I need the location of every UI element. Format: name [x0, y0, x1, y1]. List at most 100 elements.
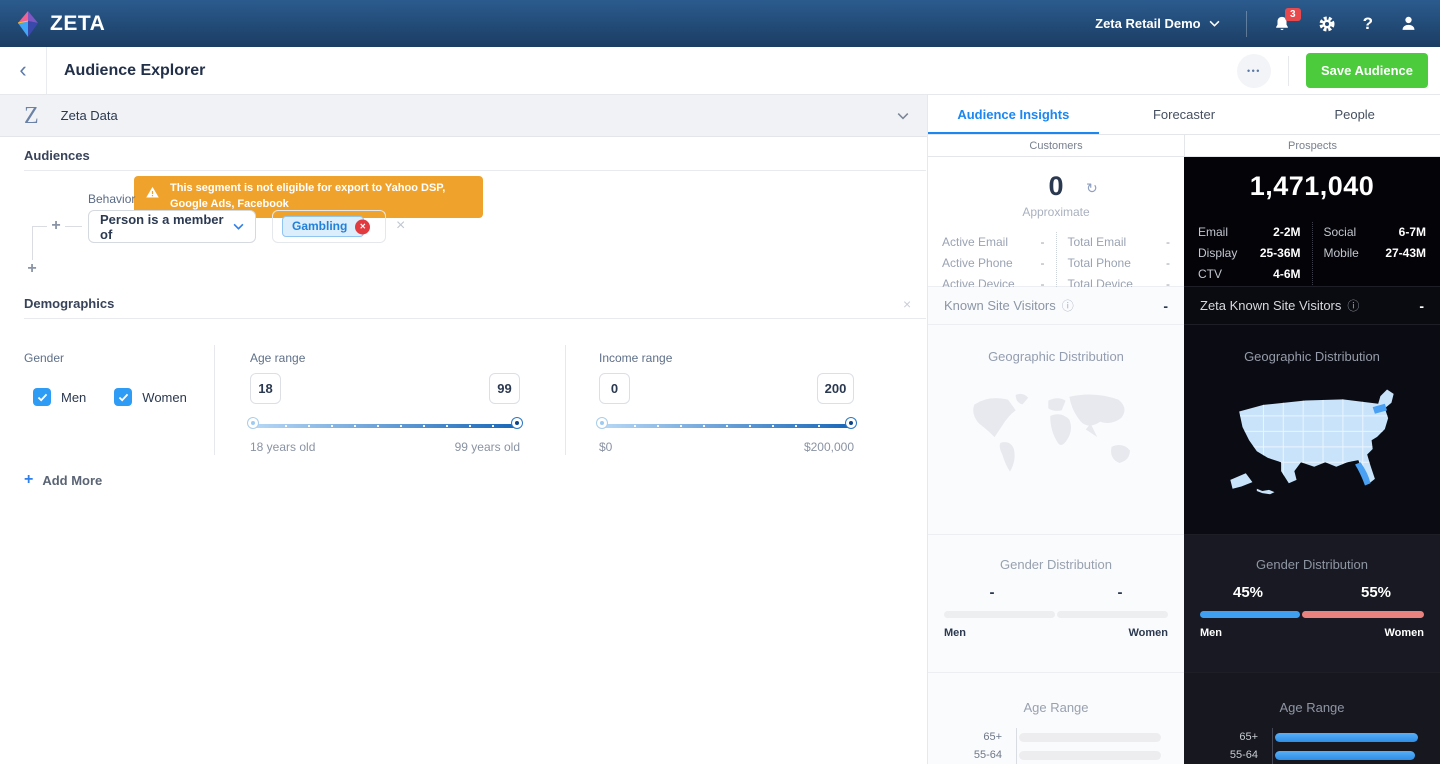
age-range-title: Age Range	[928, 673, 1184, 715]
prospects-age-section: Age Range 65+ 55-64	[1184, 673, 1440, 764]
stat-row: Active Email-	[942, 232, 1045, 253]
age-bar	[1019, 733, 1161, 742]
demographics-section-title: Demographics	[24, 296, 114, 311]
settings-button[interactable]	[1317, 14, 1337, 34]
income-min-handle[interactable]	[597, 418, 607, 428]
us-map	[1208, 374, 1416, 502]
header-divider	[1288, 56, 1289, 86]
tab-people[interactable]: People	[1269, 95, 1440, 134]
prospects-column-header[interactable]: Prospects	[1184, 135, 1440, 156]
audiences-section-title: Audiences	[24, 148, 90, 163]
age-range-label: Age range	[250, 351, 520, 366]
account-button[interactable]	[1399, 14, 1418, 33]
ellipsis-icon: •••	[1247, 66, 1261, 76]
question-icon: ?	[1363, 14, 1373, 34]
behavior-operator-select[interactable]: Person is a member of	[88, 210, 256, 243]
stat-row: Total Email-	[1068, 232, 1171, 253]
men-checkbox-item: Men	[33, 388, 86, 406]
women-axis-label: Women	[1384, 627, 1424, 639]
help-button[interactable]: ?	[1363, 14, 1373, 34]
select-chevron-icon	[233, 223, 244, 230]
zeta-logo-icon	[16, 10, 40, 38]
top-navbar: ZETA Zeta Retail Demo 3 ?	[0, 0, 1440, 47]
chevron-down-icon	[1209, 20, 1220, 27]
gender-dist-title: Gender Distribution	[928, 535, 1184, 572]
age-bar	[1275, 733, 1418, 742]
back-button[interactable]: ‹	[0, 47, 47, 94]
men-percentage: -	[928, 584, 1056, 601]
women-percentage: 55%	[1312, 584, 1440, 601]
geo-title: Geographic Distribution	[928, 325, 1184, 364]
warning-icon	[145, 185, 160, 200]
alaska-shape	[1230, 473, 1252, 488]
save-audience-button[interactable]: Save Audience	[1306, 53, 1428, 88]
add-condition-button[interactable]: +	[47, 217, 65, 235]
age-bar	[1019, 751, 1161, 760]
refresh-icon[interactable]: ↻	[1086, 180, 1098, 197]
age-bar	[1275, 751, 1415, 760]
navbar-divider	[1246, 11, 1247, 37]
income-min-input[interactable]	[599, 373, 630, 404]
age-min-caption: 18 years old	[250, 440, 315, 454]
men-checkbox[interactable]	[33, 388, 51, 406]
more-options-button[interactable]: •••	[1237, 54, 1271, 88]
remove-condition-button[interactable]: ×	[396, 217, 405, 235]
customers-column-header[interactable]: Customers	[928, 135, 1184, 156]
remove-tag-icon[interactable]: ×	[355, 219, 370, 234]
customers-geo-section: Geographic Distribution	[928, 325, 1184, 535]
income-max-handle[interactable]	[846, 418, 856, 428]
age-range-filter: Age range 18 years old 99 years old	[250, 351, 520, 454]
income-max-input[interactable]	[817, 373, 854, 404]
age-range-chart: 65+ 55-64	[928, 728, 1184, 764]
age-chart-row: 55-64	[1184, 746, 1440, 764]
tab-audience-insights[interactable]: Audience Insights	[928, 95, 1099, 134]
age-max-input[interactable]	[489, 373, 520, 404]
age-min-handle[interactable]	[248, 418, 258, 428]
tab-forecaster[interactable]: Forecaster	[1099, 95, 1270, 134]
prospects-column: 1,471,040 Email2-2M Display25-36M CTV4-6…	[1184, 157, 1440, 764]
women-checkbox-label: Women	[142, 390, 187, 405]
info-icon[interactable]: ⓘ	[1062, 297, 1074, 314]
customers-gender-section: Gender Distribution - - Men Women	[928, 535, 1184, 673]
women-bar-segment	[1057, 611, 1168, 618]
add-more-button[interactable]: + Add More	[24, 471, 102, 489]
known-visitors-label: Known Site Visitors	[944, 298, 1056, 313]
zeta-brand[interactable]: ZETA	[16, 10, 105, 38]
remove-demographics-button[interactable]: ×	[903, 296, 911, 312]
segment-value-field[interactable]: Gambling×	[272, 210, 386, 243]
women-checkbox[interactable]	[114, 388, 132, 406]
geo-title: Geographic Distribution	[1184, 325, 1440, 364]
zeta-data-title: Zeta Data	[61, 108, 118, 123]
collapse-chevron-icon[interactable]	[897, 112, 909, 120]
age-chart-row: 65+	[1184, 728, 1440, 746]
insights-panel: Audience Insights Forecaster People Cust…	[928, 95, 1440, 764]
gender-bar	[1200, 611, 1424, 618]
men-bar-segment	[1200, 611, 1300, 618]
zeta-data-header[interactable]: Z Zeta Data	[0, 95, 927, 137]
prospects-stats: 1,471,040 Email2-2M Display25-36M CTV4-6…	[1184, 157, 1440, 287]
prospects-gender-section: Gender Distribution 45% 55% Men Women	[1184, 535, 1440, 673]
gender-filter: Gender Men Women	[24, 351, 214, 406]
customers-stats: 0 ↻ Approximate Active Email- Active Pho…	[928, 157, 1184, 287]
page-header: ‹ Audience Explorer ••• Save Audience	[0, 47, 1440, 95]
age-min-input[interactable]	[250, 373, 281, 404]
known-visitors-value: -	[1419, 298, 1424, 314]
men-percentage: 45%	[1184, 584, 1312, 601]
zeta-data-logo: Z	[24, 104, 39, 128]
women-bar-segment	[1302, 611, 1424, 618]
warning-text: This segment is not eligible for export …	[170, 182, 445, 210]
notification-badge: 3	[1285, 8, 1301, 21]
notifications-button[interactable]: 3	[1273, 15, 1291, 33]
info-icon[interactable]: ⓘ	[1347, 297, 1359, 314]
gender-dist-title: Gender Distribution	[1184, 535, 1440, 572]
stat-row: Total Phone-	[1068, 253, 1171, 274]
back-chevron-icon: ‹	[19, 59, 26, 81]
income-range-slider	[599, 418, 854, 434]
age-max-handle[interactable]	[512, 418, 522, 428]
column-divider	[214, 345, 215, 455]
column-headers: Customers Prospects	[928, 135, 1440, 157]
stat-row: Mobile27-43M	[1324, 243, 1427, 264]
behavior-label: Behavior	[88, 192, 135, 206]
add-group-button[interactable]: +	[23, 260, 41, 278]
workspace-selector[interactable]: Zeta Retail Demo	[1095, 16, 1219, 31]
